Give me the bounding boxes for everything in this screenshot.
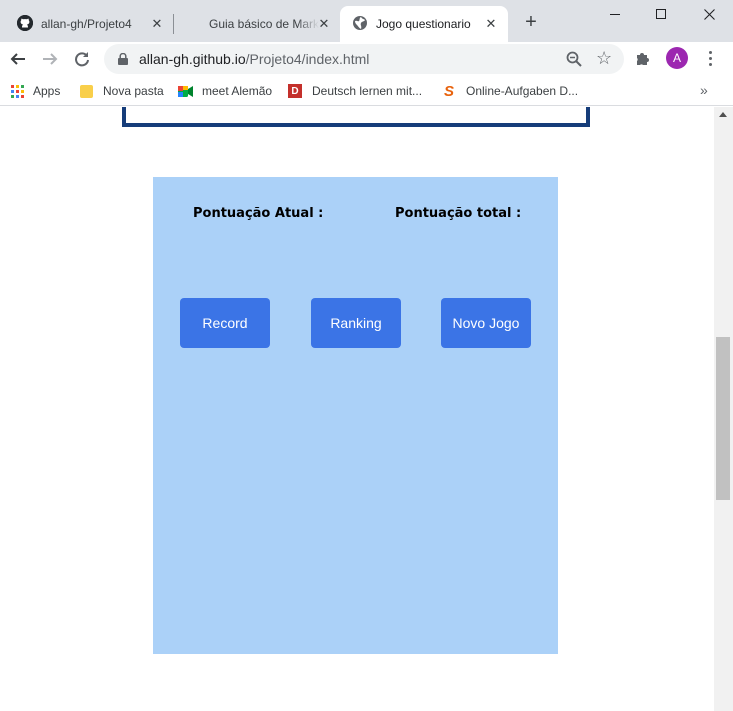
tab-title: allan-gh/Projeto4	[41, 17, 132, 31]
more-menu-icon[interactable]	[700, 47, 720, 69]
bookmark-deutsch-lernen[interactable]: D Deutsch lernen mit...	[288, 81, 422, 101]
arrow-left-icon	[10, 53, 25, 65]
game-panel: Pontuação Atual : Pontuação total : Reco…	[153, 177, 558, 654]
tab-title: Guia básico de Markdown	[209, 17, 319, 31]
total-score-label: Pontuação total :	[395, 206, 522, 221]
bookmark-apps[interactable]: Apps	[11, 81, 60, 101]
new-tab-button[interactable]: +	[520, 12, 542, 34]
back-button[interactable]	[5, 46, 31, 72]
bookmark-label: Online-Aufgaben D...	[466, 84, 579, 98]
profile-avatar[interactable]: A	[666, 47, 688, 69]
page-content: Pontuação Atual : Pontuação total : Reco…	[0, 107, 714, 711]
reload-button[interactable]	[69, 46, 95, 72]
quiz-box	[122, 107, 590, 127]
lock-icon	[118, 53, 128, 65]
url-text: allan-gh.github.io/Projeto4/index.html	[139, 51, 369, 67]
close-tab-icon[interactable]: ✕	[483, 16, 499, 32]
arrow-right-icon	[43, 53, 58, 65]
tab-strip: allan-gh/Projeto4 ✕ Guia básico de Markd…	[0, 0, 733, 42]
bookmark-nova-pasta[interactable]: Nova pasta	[80, 81, 164, 101]
close-window-button[interactable]	[686, 0, 732, 28]
address-bar[interactable]: allan-gh.github.io/Projeto4/index.html ☆	[104, 44, 624, 74]
bookmark-online-aufgaben[interactable]: S Online-Aufgaben D...	[442, 81, 578, 101]
more-bookmarks-icon[interactable]: »	[700, 82, 708, 98]
scroll-up-arrow-icon[interactable]	[719, 112, 727, 117]
maximize-icon	[656, 9, 666, 19]
bookmark-label: Nova pasta	[103, 84, 164, 98]
star-icon[interactable]: ☆	[596, 48, 612, 69]
close-tab-icon[interactable]: ✕	[316, 16, 332, 32]
forward-button[interactable]	[37, 46, 63, 72]
ranking-button[interactable]: Ranking	[311, 298, 401, 348]
meet-icon	[178, 85, 193, 97]
extensions-icon[interactable]	[634, 50, 652, 68]
apps-grid-icon	[11, 84, 24, 98]
close-tab-icon[interactable]: ✕	[149, 16, 165, 32]
s-icon: S	[443, 82, 454, 100]
current-score-label: Pontuação Atual :	[193, 206, 324, 221]
tab-jogo-questionario[interactable]: Jogo questionario ✕	[340, 6, 508, 42]
globe-icon	[352, 15, 368, 31]
browser-toolbar: allan-gh.github.io/Projeto4/index.html ☆…	[0, 42, 733, 76]
vertical-scrollbar[interactable]	[714, 107, 733, 711]
minimize-button[interactable]	[592, 0, 638, 28]
bookmark-label: meet Alemão	[202, 84, 273, 98]
record-button[interactable]: Record	[180, 298, 270, 348]
close-icon	[703, 8, 715, 20]
scroll-thumb[interactable]	[716, 337, 730, 500]
tab-title: Jogo questionario	[376, 17, 471, 31]
maximize-button[interactable]	[638, 0, 684, 28]
bookmarks-bar: Apps Nova pasta meet Alemão D Deutsch le…	[0, 76, 733, 106]
folder-icon	[80, 84, 93, 98]
bookmark-label: Deutsch lernen mit...	[312, 84, 423, 98]
url-host: allan-gh.github.io	[139, 51, 246, 67]
d-icon: D	[288, 84, 302, 98]
new-game-button[interactable]: Novo Jogo	[441, 298, 531, 348]
tab-markdown-guide[interactable]: Guia básico de Markdown ✕	[176, 6, 339, 42]
zoom-icon[interactable]	[565, 50, 583, 68]
bookmark-meet-alemao[interactable]: meet Alemão	[178, 81, 272, 101]
github-icon	[17, 15, 33, 31]
tab-github[interactable]: allan-gh/Projeto4 ✕	[8, 6, 173, 42]
reload-icon	[75, 52, 89, 67]
minimize-icon	[610, 13, 620, 15]
url-path: /Projeto4/index.html	[245, 51, 370, 67]
bookmark-label: Apps	[33, 84, 61, 98]
tab-divider	[173, 14, 174, 34]
